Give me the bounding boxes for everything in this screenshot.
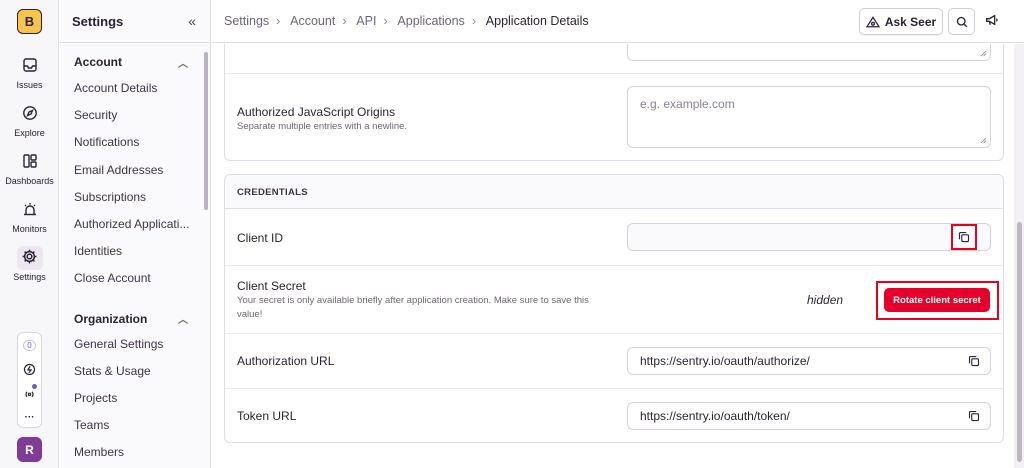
redirect-uris-textarea[interactable] — [627, 44, 991, 61]
count-badge: 0 — [23, 339, 36, 351]
top-bar: Settings › Account › API › Applications › Ap… — [212, 0, 1024, 43]
section-organization[interactable]: Organization ︿ — [60, 309, 210, 329]
rotate-client-secret-button[interactable]: Rotate client secret — [884, 288, 990, 312]
nav-monitors-label: Monitors — [12, 224, 47, 234]
sidebar-item-projects[interactable]: Projects — [60, 385, 190, 412]
client-id-label: Client ID — [237, 231, 284, 245]
unread-dot — [32, 384, 37, 389]
form-row-js-origins: Authorized JavaScript Origins Separate m… — [225, 73, 1003, 161]
breadcrumb-current: Application Details — [485, 14, 589, 28]
token-url-value: https://sentry.io/oauth/token/ — [640, 409, 790, 423]
nav-dashboards[interactable]: Dashboards — [0, 150, 59, 186]
seer-eye-icon — [865, 15, 880, 27]
js-origins-label: Authorized JavaScript Origins — [237, 105, 396, 119]
megaphone-icon — [986, 14, 998, 26]
nav-settings-label: Settings — [13, 272, 46, 282]
sidebar-header: Settings « — [60, 0, 210, 43]
copy-icon[interactable] — [958, 231, 970, 243]
announcements-button[interactable] — [985, 13, 999, 32]
copy-icon[interactable] — [968, 410, 980, 422]
form-row-token-url: Token URL https://sentry.io/oauth/token/ — [225, 388, 1003, 443]
resize-handle-icon — [980, 50, 987, 57]
nav-monitors[interactable]: Monitors — [0, 198, 59, 234]
sidebar-item-close-account[interactable]: Close Account — [60, 265, 190, 292]
org-badge[interactable]: B — [17, 9, 42, 34]
sidebar-item-security[interactable]: Security — [60, 102, 190, 129]
sidebar-item-account-details[interactable]: Account Details — [60, 75, 190, 102]
primary-nav-rail: B Issues Explore Dashboards Monitors Set… — [0, 0, 59, 468]
authorization-url-field[interactable]: https://sentry.io/oauth/authorize/ — [627, 347, 991, 375]
rail-utilities: 0 ··· — [17, 332, 42, 428]
sidebar-item-general-settings[interactable]: General Settings — [60, 331, 190, 358]
section-account[interactable]: Account ︿ — [60, 52, 210, 72]
settings-sidebar: Settings « Account ︿ Account Details Sec… — [60, 0, 211, 468]
nav-explore[interactable]: Explore — [0, 102, 59, 138]
more-button[interactable]: ··· — [18, 405, 41, 429]
nav-issues[interactable]: Issues — [0, 54, 59, 90]
js-origins-placeholder: e.g. example.com — [640, 97, 735, 111]
client-id-field[interactable] — [627, 223, 991, 251]
inbox-icon — [22, 57, 37, 72]
search-button[interactable] — [948, 8, 975, 35]
section-organization-heading: Organization — [74, 311, 148, 326]
authorization-url-value: https://sentry.io/oauth/authorize/ — [640, 354, 810, 368]
sidebar-title: Settings — [72, 13, 124, 29]
avatar[interactable]: R — [17, 437, 42, 462]
ask-seer-button[interactable]: Ask Seer — [859, 8, 943, 35]
resize-handle-icon — [980, 137, 987, 144]
gear-icon — [22, 249, 37, 264]
broadcast-button[interactable] — [18, 381, 41, 405]
authorization-url-label: Authorization URL — [237, 354, 335, 368]
sidebar-item-email-addresses[interactable]: Email Addresses — [60, 157, 190, 184]
sidebar-item-identities[interactable]: Identities — [60, 238, 190, 265]
collapse-sidebar-icon[interactable]: « — [188, 13, 196, 29]
application-details-panel: Authorized JavaScript Origins Separate m… — [224, 44, 1004, 161]
sidebar-item-teams[interactable]: Teams — [60, 412, 190, 439]
client-secret-help: Your secret is only available briefly af… — [237, 295, 589, 320]
sidebar-item-notifications[interactable]: Notifications — [60, 129, 190, 156]
nav-explore-label: Explore — [14, 128, 45, 138]
token-url-label: Token URL — [237, 409, 297, 423]
copy-icon[interactable] — [968, 355, 980, 367]
credentials-panel: CREDENTIALS Client ID Client Secret Your… — [224, 174, 1004, 443]
form-row-client-id: Client ID — [225, 209, 1003, 265]
dashboard-icon — [22, 153, 37, 168]
breadcrumb-settings[interactable]: Settings — [224, 14, 269, 28]
siren-icon — [23, 202, 36, 215]
sidebar-item-subscriptions[interactable]: Subscriptions — [60, 184, 190, 211]
main-scrollbar[interactable] — [1014, 44, 1024, 468]
sidebar-item-stats-usage[interactable]: Stats & Usage — [60, 358, 190, 385]
compass-icon — [22, 105, 37, 120]
breadcrumb-account[interactable]: Account — [290, 14, 335, 28]
sidebar-item-members[interactable]: Members — [60, 439, 190, 466]
more-icon: ··· — [24, 411, 35, 423]
nav-settings[interactable]: Settings — [0, 246, 59, 282]
breadcrumb-api[interactable]: API — [356, 14, 376, 28]
section-account-heading: Account — [74, 55, 122, 69]
ask-seer-label: Ask Seer — [884, 14, 937, 29]
credentials-heading: CREDENTIALS — [225, 175, 1003, 209]
chevron-up-icon: ︿ — [178, 58, 188, 70]
client-secret-label: Client Secret — [237, 279, 306, 293]
sidebar-scrollbar[interactable] — [204, 52, 208, 210]
main-content: Authorized JavaScript Origins Separate m… — [212, 44, 1014, 468]
breadcrumb-applications[interactable]: Applications — [397, 14, 464, 28]
help-button[interactable] — [18, 357, 41, 381]
token-url-field[interactable]: https://sentry.io/oauth/token/ — [627, 402, 991, 430]
main-scrollbar-thumb[interactable] — [1017, 222, 1022, 462]
lightning-icon — [23, 363, 36, 375]
nav-issues-label: Issues — [16, 80, 43, 90]
sidebar-item-authorized-applications[interactable]: Authorized Applicati... — [60, 211, 190, 238]
form-row-authorization-url: Authorization URL https://sentry.io/oaut… — [225, 333, 1003, 388]
form-row-client-secret: Client Secret Your secret is only availa… — [225, 265, 1003, 333]
js-origins-help: Separate multiple entries with a newline… — [237, 121, 408, 132]
chevron-up-icon: ︿ — [178, 315, 188, 326]
js-origins-textarea[interactable]: e.g. example.com — [627, 86, 991, 148]
onboarding-count[interactable]: 0 — [18, 333, 41, 357]
search-icon — [956, 16, 967, 27]
breadcrumb: Settings › Account › API › Applications › Ap… — [224, 14, 589, 28]
client-secret-value: hidden — [807, 293, 844, 307]
nav-dashboards-label: Dashboards — [5, 176, 54, 186]
